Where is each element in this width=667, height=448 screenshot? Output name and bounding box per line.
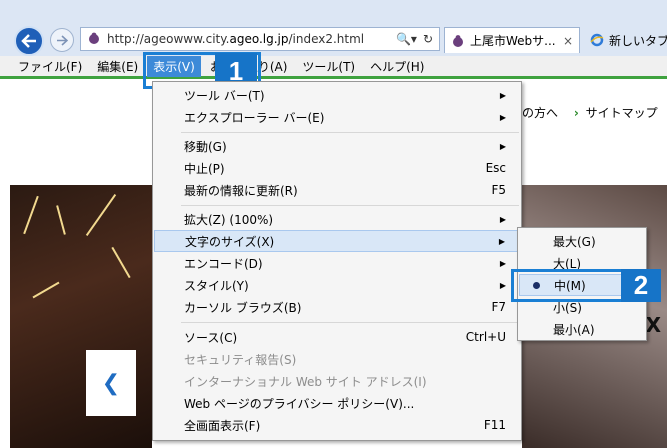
arrow-left-icon: [21, 34, 36, 48]
size-largest[interactable]: 最大(G): [519, 230, 645, 252]
menu-item-international-address: インターナショナル Web サイト アドレス(I): [184, 374, 427, 389]
tab-title: 上尾市Webサ...: [470, 34, 556, 48]
forward-button[interactable]: [50, 28, 74, 52]
menu-item-go[interactable]: 移動(G) ▶: [154, 135, 520, 157]
menu-help[interactable]: ヘルプ(H): [364, 56, 430, 77]
header-links: の方へ › サイトマップ: [522, 104, 658, 121]
size-smallest[interactable]: 最小(A): [519, 318, 645, 340]
submenu-arrow-icon: ▶: [499, 90, 506, 100]
menu-separator: [181, 322, 519, 323]
search-dropdown-icon[interactable]: 🔍▾: [396, 32, 417, 46]
hero-mark: X: [645, 313, 661, 337]
back-button[interactable]: [14, 26, 44, 56]
menu-item-toolbar[interactable]: ツール バー(T) ▶: [154, 84, 520, 106]
view-menu-dropdown: ツール バー(T) ▶ エクスプローラー バー(E) ▶ 移動(G) ▶ 中止(P) E…: [152, 81, 522, 441]
menu-bar: ファイル(F) 編集(E) 表示(V) お気に入り(A) ツール(T) ヘルプ(…: [0, 55, 667, 79]
submenu-arrow-icon: ▶: [498, 236, 505, 246]
chevron-left-icon: ❮: [101, 370, 121, 396]
menu-separator: [181, 205, 519, 206]
menu-item-caret-browsing[interactable]: カーソル ブラウズ(B) F7: [154, 296, 520, 318]
submenu-arrow-icon: ▶: [499, 280, 506, 290]
menu-item-zoom[interactable]: 拡大(Z) (100%) ▶: [154, 208, 520, 230]
submenu-arrow-icon: ▶: [499, 141, 506, 151]
menu-item-text-size[interactable]: 文字のサイズ(X) ▶: [154, 230, 520, 252]
menu-item-security-report: セキュリティ報告(S): [184, 352, 297, 367]
carousel-prev-button[interactable]: ❮: [86, 350, 136, 416]
close-tab-icon[interactable]: ×: [559, 34, 573, 48]
submenu-arrow-icon: ▶: [499, 258, 506, 268]
submenu-arrow-icon: ▶: [499, 214, 506, 224]
ie-logo-icon: [590, 33, 604, 47]
header-link-visitors[interactable]: の方へ: [522, 106, 558, 120]
tab-active[interactable]: 上尾市Webサ... ×: [444, 27, 580, 53]
refresh-icon[interactable]: ↻: [423, 32, 433, 46]
shortcut-label: Esc: [485, 161, 506, 175]
tab-new[interactable]: 新しいタブ: [584, 27, 667, 53]
arrow-right-icon: [57, 34, 68, 46]
menu-item-full-screen[interactable]: 全画面表示(F) F11: [154, 414, 520, 436]
url-text: http://ageowww.city.ageo.lg.jp/index2.ht…: [107, 32, 365, 46]
menu-separator: [181, 132, 519, 133]
shortcut-label: F7: [491, 300, 506, 314]
site-favicon-icon: [453, 34, 463, 47]
tab-title: 新しいタブ: [609, 33, 667, 48]
browser-toolbar: http://ageowww.city.ageo.lg.jp/index2.ht…: [0, 0, 667, 56]
menu-file[interactable]: ファイル(F): [12, 56, 88, 77]
shortcut-label: F5: [491, 183, 506, 197]
menu-item-source[interactable]: ソース(C) Ctrl+U: [154, 326, 520, 348]
address-bar[interactable]: http://ageowww.city.ageo.lg.jp/index2.ht…: [80, 27, 440, 51]
shortcut-label: Ctrl+U: [465, 330, 506, 344]
menu-item-stop[interactable]: 中止(P) Esc: [154, 157, 520, 179]
menu-tools[interactable]: ツール(T): [296, 56, 361, 77]
menu-item-privacy-policy[interactable]: Web ページのプライバシー ポリシー(V)...: [154, 392, 520, 414]
menu-item-explorer-bar[interactable]: エクスプローラー バー(E) ▶: [154, 106, 520, 128]
shortcut-label: F11: [483, 418, 506, 432]
submenu-arrow-icon: ▶: [499, 112, 506, 122]
site-favicon-icon: [89, 32, 99, 44]
header-link-sitemap[interactable]: サイトマップ: [586, 106, 658, 120]
callout-number-2: 2: [621, 269, 661, 302]
menu-item-encoding[interactable]: エンコード(D) ▶: [154, 252, 520, 274]
menu-item-style[interactable]: スタイル(Y) ▶: [154, 274, 520, 296]
menu-item-refresh[interactable]: 最新の情報に更新(R) F5: [154, 179, 520, 201]
menu-edit[interactable]: 編集(E): [91, 56, 144, 77]
chevron-right-icon: ›: [573, 106, 579, 120]
